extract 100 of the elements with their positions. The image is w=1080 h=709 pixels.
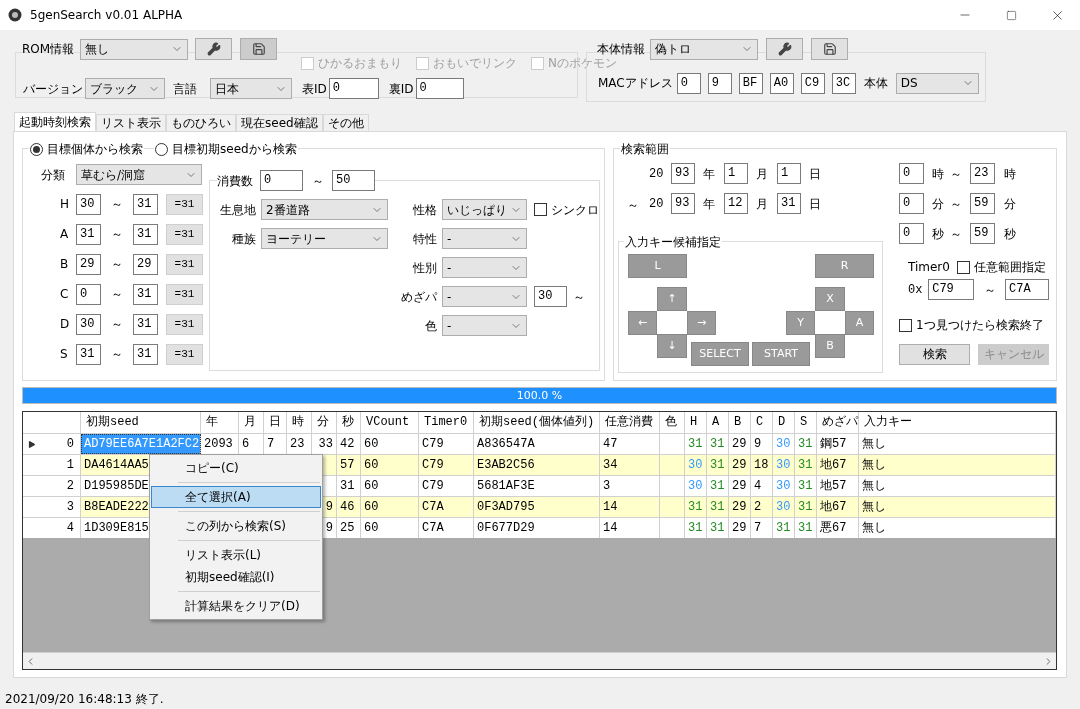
text-field[interactable]: A0 [769, 72, 794, 94]
text-field[interactable]: 0 [899, 163, 924, 184]
checkbox[interactable] [534, 203, 547, 216]
column-header[interactable]: 初期seed(個体値列) [474, 412, 600, 433]
menu-item[interactable]: リスト表示(L) [151, 544, 321, 566]
column-header[interactable]: Timer0 [419, 412, 474, 433]
tab[interactable]: その他 [322, 114, 369, 131]
column-header[interactable]: 月 [239, 412, 264, 433]
row-header[interactable]: 4 [23, 518, 81, 538]
set-max-button[interactable]: =31 [166, 313, 203, 335]
text-field[interactable]: 31 [133, 223, 158, 245]
dropdown[interactable]: - [442, 228, 527, 249]
save-button[interactable] [811, 38, 848, 60]
column-header[interactable]: A [707, 412, 729, 433]
text-field[interactable]: 31 [76, 223, 101, 245]
wrench-button[interactable] [195, 38, 232, 60]
text-field[interactable]: 59 [970, 193, 995, 214]
text-field[interactable]: 0 [899, 193, 924, 214]
row-header[interactable]: 2 [23, 476, 81, 496]
text-field[interactable]: 0 [676, 72, 701, 94]
menu-item[interactable]: 初期seed確認(I) [151, 566, 321, 588]
tab[interactable]: 起動時刻検索 [14, 112, 96, 131]
save-button[interactable] [240, 38, 277, 60]
text-field[interactable]: 29 [133, 253, 158, 275]
checkbox[interactable] [899, 318, 912, 332]
radio-button[interactable] [155, 142, 168, 156]
column-header[interactable]: 時 [287, 412, 312, 433]
menu-item[interactable]: 計算結果をクリア(D) [151, 595, 321, 617]
dropdown[interactable]: 2番道路 [261, 199, 388, 220]
dropdown[interactable]: DS [895, 72, 979, 94]
column-header[interactable]: B [729, 412, 751, 433]
text-field[interactable]: 31 [133, 313, 158, 335]
column-header[interactable]: 入力キー [859, 412, 1056, 433]
text-field[interactable]: 59 [970, 223, 995, 244]
text-field[interactable]: 0 [328, 78, 379, 99]
column-header[interactable]: 分 [312, 412, 337, 433]
text-field[interactable]: 9 [707, 72, 732, 94]
text-field[interactable]: 0 [76, 283, 101, 305]
text-field[interactable]: 0 [415, 78, 464, 99]
text-field[interactable]: 31 [133, 343, 158, 365]
column-header[interactable]: 日 [264, 412, 287, 433]
tab[interactable]: ものひろい [166, 114, 236, 131]
column-header[interactable]: VCount [361, 412, 419, 433]
text-field[interactable]: C9 [800, 72, 825, 94]
text-field[interactable]: 23 [970, 163, 995, 184]
text-field[interactable]: 0 [260, 170, 303, 191]
text-field[interactable]: 93 [671, 193, 695, 214]
text-field[interactable]: BF [738, 72, 763, 94]
set-max-button[interactable]: =31 [166, 223, 203, 245]
dropdown[interactable]: 無し [80, 38, 188, 60]
dropdown[interactable]: ブラック [85, 78, 165, 99]
column-header[interactable]: D [773, 412, 795, 433]
set-max-button[interactable]: =31 [166, 283, 203, 305]
set-max-button[interactable]: =31 [166, 343, 203, 365]
row-header[interactable]: 1 [23, 455, 81, 475]
column-header[interactable]: 年 [201, 412, 239, 433]
tab[interactable]: 現在seed確認 [236, 114, 323, 131]
text-field[interactable]: C79 [928, 279, 975, 300]
text-field[interactable]: 30 [76, 193, 101, 215]
dropdown[interactable]: - [442, 315, 527, 336]
column-header[interactable]: 秒 [337, 412, 361, 433]
text-field[interactable]: 3C [831, 72, 856, 94]
column-header[interactable]: 任意消費 [600, 412, 660, 433]
text-field[interactable]: 31 [133, 193, 158, 215]
column-header[interactable]: S [795, 412, 817, 433]
wrench-button[interactable] [766, 38, 803, 60]
text-field[interactable]: 50 [332, 170, 375, 191]
dropdown[interactable]: ヨーテリー [261, 228, 388, 249]
text-field[interactable]: 31 [133, 283, 158, 305]
dropdown[interactable]: 日本 [210, 78, 292, 99]
tab[interactable]: リスト表示 [96, 114, 166, 131]
set-max-button[interactable]: =31 [166, 253, 203, 275]
radio-button[interactable] [30, 142, 43, 156]
text-field[interactable]: 0 [899, 223, 924, 244]
text-field[interactable]: 29 [76, 253, 101, 275]
text-field[interactable]: 30 [534, 286, 567, 307]
dropdown[interactable]: - [442, 257, 527, 278]
text-field[interactable]: 31 [76, 343, 101, 365]
text-field[interactable]: 31 [777, 193, 801, 214]
column-header[interactable]: 初期seed [81, 412, 201, 433]
text-field[interactable]: 93 [671, 163, 695, 184]
dropdown[interactable]: 偽トロ [650, 38, 758, 60]
search-button[interactable]: 検索 [899, 344, 970, 365]
checkbox[interactable] [956, 260, 970, 274]
text-field[interactable]: 30 [76, 313, 101, 335]
menu-item[interactable]: 全て選択(A) [151, 486, 321, 508]
text-field[interactable]: C7A [1005, 279, 1049, 300]
text-field[interactable]: 12 [724, 193, 748, 214]
horizontal-scrollbar[interactable] [23, 652, 1056, 669]
column-header[interactable]: H [685, 412, 707, 433]
dropdown[interactable]: 草むら/洞窟 [76, 164, 202, 185]
row-header[interactable]: 3 [23, 497, 81, 517]
column-header[interactable]: 色 [660, 412, 685, 433]
column-header[interactable]: めざパ [817, 412, 859, 433]
text-field[interactable]: 1 [724, 163, 748, 184]
text-field[interactable]: 1 [777, 163, 801, 184]
column-header[interactable]: C [751, 412, 773, 433]
set-max-button[interactable]: =31 [166, 193, 203, 215]
dropdown[interactable]: いじっぱり [442, 199, 527, 220]
row-header[interactable]: 0 [23, 434, 81, 454]
